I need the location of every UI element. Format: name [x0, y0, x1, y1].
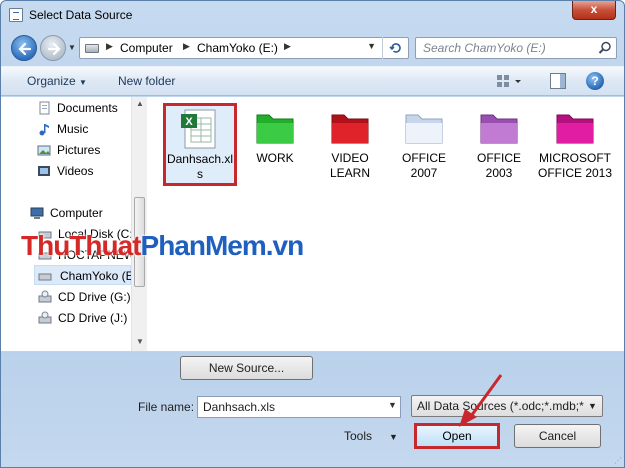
resize-grip-icon[interactable]: ⋰ [614, 456, 622, 465]
chevron-right-icon[interactable]: ▶ [183, 41, 190, 52]
scroll-down-icon[interactable]: ▼ [136, 337, 144, 346]
new-source-button[interactable]: New Source... [180, 356, 313, 380]
folder-item-video-learn[interactable]: VIDEO LEARN [314, 107, 386, 181]
refresh-button[interactable] [382, 37, 408, 59]
preview-pane-button[interactable] [550, 73, 566, 89]
folder-label: MICROSOFT OFFICE 2013 [537, 151, 613, 180]
back-arrow-icon [18, 42, 32, 56]
folder-item-microsoft-office-2013[interactable]: MICROSOFT OFFICE 2013 [537, 107, 613, 181]
title-bar[interactable]: Select Data Source x [1, 1, 624, 29]
pictures-icon [37, 145, 51, 156]
sidebar-item-pictures[interactable]: Pictures [37, 140, 129, 160]
forward-arrow-icon [47, 42, 61, 56]
folder-icon [556, 114, 594, 144]
sidebar-item-label: Music [57, 122, 89, 136]
file-item-danhsach[interactable]: X Danhsach.xls [163, 103, 237, 186]
file-name-label: File name: [138, 400, 195, 414]
watermark-part-1: ThuThuat [21, 230, 142, 261]
sidebar-item-videos[interactable]: Videos [37, 161, 129, 181]
sidebar-item-computer[interactable]: Computer [30, 203, 129, 223]
drive-icon [38, 273, 52, 281]
watermark-part-3: .vn [265, 230, 304, 261]
svg-text:X: X [185, 116, 193, 128]
sidebar-item-cd-drive-j[interactable]: CD Drive (J:) [38, 308, 130, 328]
organize-button[interactable]: Organize ▼ [27, 74, 87, 88]
window-title: Select Data Source [29, 8, 133, 22]
file-name-dropdown-icon[interactable]: ▼ [388, 400, 397, 410]
documents-icon [39, 101, 50, 115]
refresh-icon [388, 43, 401, 53]
chevron-down-icon[interactable]: ▼ [389, 432, 398, 442]
close-button[interactable]: x [572, 1, 616, 20]
content-area: Documents Music Pictures Videos Computer… [1, 97, 624, 352]
sidebar-item-label: Pictures [57, 143, 101, 157]
organize-label: Organize [27, 74, 76, 88]
cd-drive-icon [38, 290, 52, 303]
views-icon [497, 75, 521, 87]
select-data-source-dialog: Select Data Source x ▼ ▶ Computer ▶ Cham… [0, 0, 625, 468]
drive-icon [85, 44, 99, 53]
change-view-button[interactable] [496, 73, 526, 91]
sidebar-item-music[interactable]: Music [37, 119, 129, 139]
search-placeholder: Search ChamYoko (E:) [423, 41, 546, 55]
sidebar-item-label: Videos [57, 164, 94, 178]
new-folder-button[interactable]: New folder [118, 74, 175, 88]
sidebar-item-label: Documents [57, 101, 118, 115]
sidebar-item-label: ChamYoko (E:) [60, 269, 131, 283]
computer-icon [30, 207, 44, 219]
folder-item-office-2003[interactable]: OFFICE 2003 [463, 107, 535, 181]
tools-button[interactable]: Tools [344, 429, 372, 443]
forward-button[interactable] [40, 35, 66, 61]
chevron-right-icon[interactable]: ▶ [106, 41, 113, 52]
folder-item-office-2007[interactable]: OFFICE 2007 [388, 107, 460, 181]
folder-item-work[interactable]: WORK [239, 107, 311, 166]
sidebar-item-label: CD Drive (J:) [58, 311, 128, 325]
breadcrumb-chamyoko[interactable]: ChamYoko (E:) [197, 41, 278, 55]
folder-label: OFFICE 2007 [402, 151, 446, 180]
videos-icon [38, 166, 50, 176]
history-dropdown-icon[interactable]: ▼ [68, 43, 78, 53]
sidebar-item-cd-drive-g[interactable]: CD Drive (G:) [38, 287, 131, 307]
app-icon [9, 8, 23, 22]
folder-icon [256, 114, 294, 144]
navigation-scrollbar[interactable]: ▲ ▼ [131, 97, 147, 351]
file-name-field[interactable]: Danhsach.xls [197, 396, 401, 418]
folder-label: OFFICE 2003 [477, 151, 521, 180]
address-dropdown-icon[interactable]: ▼ [367, 41, 376, 51]
folder-label: VIDEO LEARN [329, 151, 370, 180]
back-button[interactable] [11, 35, 37, 61]
scroll-up-icon[interactable]: ▲ [136, 99, 144, 108]
file-list: X Danhsach.xls WORK VIDEO LEARN OFFICE 2… [151, 97, 624, 351]
sidebar-item-chamyoko[interactable]: ChamYoko (E:) [34, 265, 131, 285]
navigation-pane[interactable]: Documents Music Pictures Videos Computer… [1, 97, 131, 351]
breadcrumb-computer[interactable]: Computer [120, 41, 173, 55]
chevron-right-icon[interactable]: ▶ [284, 41, 291, 52]
music-icon [39, 124, 49, 136]
annotation-arrow-icon [459, 374, 503, 427]
sidebar-item-label: CD Drive (G:) [58, 290, 131, 304]
address-bar[interactable]: ▶ Computer ▶ ChamYoko (E:) ▶ ▼ [79, 37, 409, 59]
sidebar-item-documents[interactable]: Documents [37, 98, 129, 118]
watermark: ThuThuatPhanMem.vn [21, 230, 304, 262]
sidebar-item-label: Computer [50, 206, 103, 220]
folder-icon [331, 114, 369, 144]
chevron-down-icon[interactable]: ▼ [588, 401, 597, 411]
search-input[interactable]: Search ChamYoko (E:) [415, 37, 617, 59]
file-label: Danhsach.xls [166, 152, 234, 181]
excel-file-icon: X [181, 109, 216, 149]
folder-icon [480, 114, 518, 144]
chevron-down-icon: ▼ [79, 78, 87, 87]
cd-drive-icon [38, 311, 52, 324]
folder-label: WORK [256, 151, 294, 165]
toolbar: Organize ▼ New folder ? [1, 66, 624, 96]
watermark-part-2: PhanMem [140, 230, 267, 261]
search-icon[interactable] [598, 41, 612, 55]
help-button[interactable]: ? [586, 72, 604, 90]
folder-icon [405, 114, 443, 144]
